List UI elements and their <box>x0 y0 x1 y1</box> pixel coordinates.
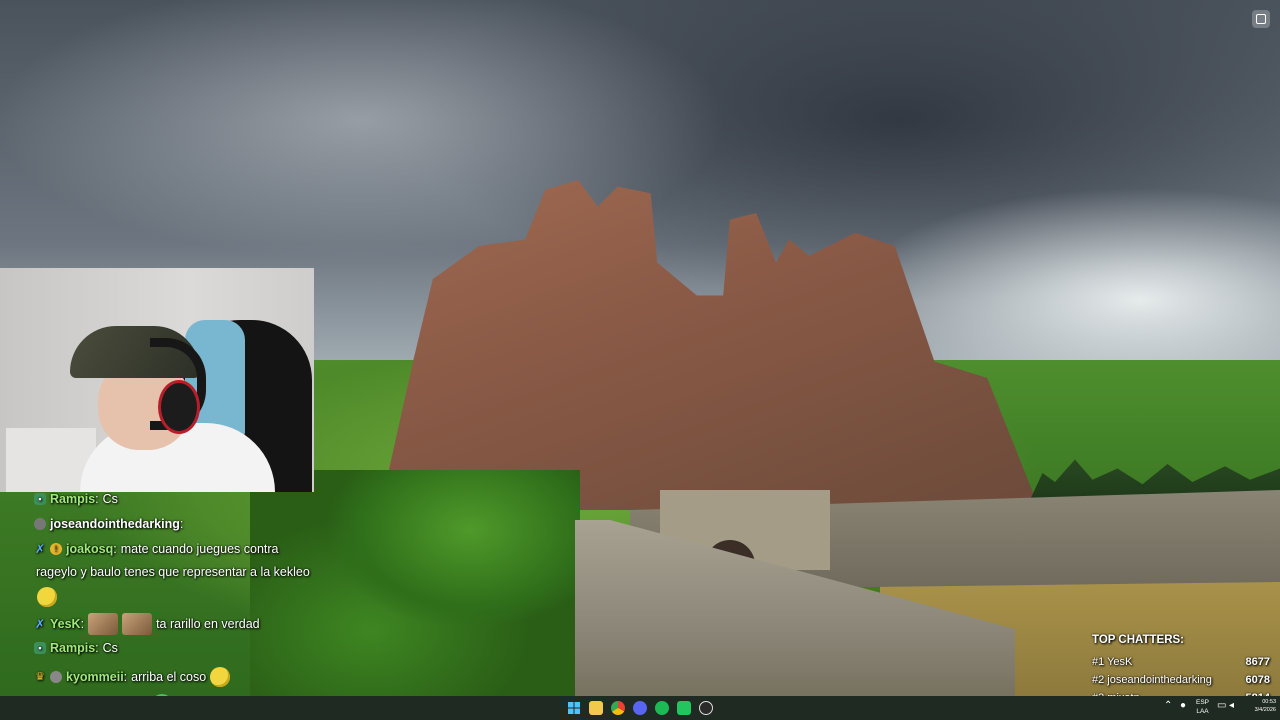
top-chatter-name: #1 YesK <box>1092 656 1133 668</box>
taskbar: ⌃ ● ESP LAA ▭ ◂ 00:53 3/4/2026 <box>0 696 1280 720</box>
chat-message: ✗ ! joakosq: mate cuando juegues contra <box>34 542 279 556</box>
spotify-icon[interactable] <box>655 701 669 715</box>
keyboard-layout: LAA <box>1196 708 1209 715</box>
obs-icon[interactable] <box>699 701 713 715</box>
sword-badge-icon: ✗ <box>34 542 46 556</box>
file-explorer-icon[interactable] <box>589 701 603 715</box>
webcam-headset-earcup <box>158 380 200 434</box>
green-app-icon[interactable] <box>677 701 691 715</box>
chat-username: kyommeii <box>66 670 124 684</box>
chat-colon: : <box>95 641 99 655</box>
robot-badge-icon: ▪ <box>34 493 46 505</box>
chat-message: ✗ YesK: ta rarillo en verdad <box>34 613 260 635</box>
sword-badge-icon: ✗ <box>34 617 46 631</box>
neutral-face-emote-icon <box>37 587 57 607</box>
webcam-overlay <box>0 268 314 492</box>
overlay-toggle-button[interactable] <box>1252 10 1270 28</box>
top-chatter-count: 6078 <box>1245 674 1270 686</box>
start-icon[interactable] <box>567 701 581 715</box>
chat-text: ta rarillo en verdad <box>156 617 260 631</box>
avatar-badge-icon <box>34 518 46 530</box>
top-chatter-name: #2 joseandointhedarking <box>1092 674 1212 686</box>
image-emote-icon <box>88 613 119 635</box>
chat-text: arriba el coso <box>131 670 207 684</box>
image-emote-icon <box>122 613 153 635</box>
chevron-up-icon[interactable]: ⌃ <box>1164 700 1172 711</box>
chat-text: mate cuando juegues contra <box>120 542 279 556</box>
chat-message: ▪ Rampis: Cs <box>34 492 118 506</box>
volume-icon[interactable]: ◂ <box>1229 700 1234 711</box>
wallpaper-bushes <box>250 470 580 696</box>
taskbar-clock[interactable]: 00:53 3/4/2026 <box>1242 698 1276 714</box>
top-chatter-row: #1 YesK 8677 <box>1092 653 1270 671</box>
discord-icon[interactable] <box>633 701 647 715</box>
window-icon <box>1256 14 1266 24</box>
chat-text-continuation: rageylo y baulo tenes que representar a … <box>36 565 310 579</box>
chat-colon: : <box>179 517 184 531</box>
robot-badge-icon: ▪ <box>34 642 46 654</box>
chat-message: ♛ kyommeii: arriba el coso <box>34 667 231 687</box>
chat-username: YesK <box>50 617 81 631</box>
chat-emote-line <box>37 587 57 607</box>
chat-text: Cs <box>102 492 118 506</box>
chat-username: joakosq <box>66 542 114 556</box>
chat-text: Cs <box>102 641 118 655</box>
language-code: ESP <box>1196 699 1210 706</box>
chat-username: Rampis <box>50 492 96 506</box>
top-chatter-count: 8677 <box>1245 656 1270 668</box>
chat-colon: : <box>123 670 128 684</box>
chat-colon: : <box>113 542 117 556</box>
avatar-badge-icon <box>50 671 62 683</box>
chat-message: joseandointhedarking: <box>34 517 183 531</box>
smirk-emote-icon <box>210 667 231 687</box>
clock-date: 3/4/2026 <box>1254 707 1276 713</box>
chat-text: rageylo y baulo tenes que representar a … <box>36 565 310 579</box>
chat-colon: : <box>80 617 85 631</box>
language-indicator[interactable]: ESP LAA <box>1196 698 1209 716</box>
sub-badge-icon: ! <box>50 543 62 555</box>
network-icon[interactable]: ▭ <box>1217 700 1226 711</box>
crown-badge-icon: ♛ <box>35 671 45 683</box>
top-chatter-row: #2 joseandointhedarking 6078 <box>1092 671 1270 689</box>
top-chatters-title: TOP CHATTERS: <box>1092 634 1185 646</box>
chat-message: ▪ Rampis: Cs <box>34 641 118 655</box>
microphone-icon[interactable]: ● <box>1180 700 1186 711</box>
chat-username: joseandointhedarking <box>50 517 180 531</box>
clock-time: 00:53 <box>1262 699 1276 705</box>
chat-username: Rampis <box>50 641 96 655</box>
chat-colon: : <box>95 492 99 506</box>
chrome-icon[interactable] <box>611 701 625 715</box>
